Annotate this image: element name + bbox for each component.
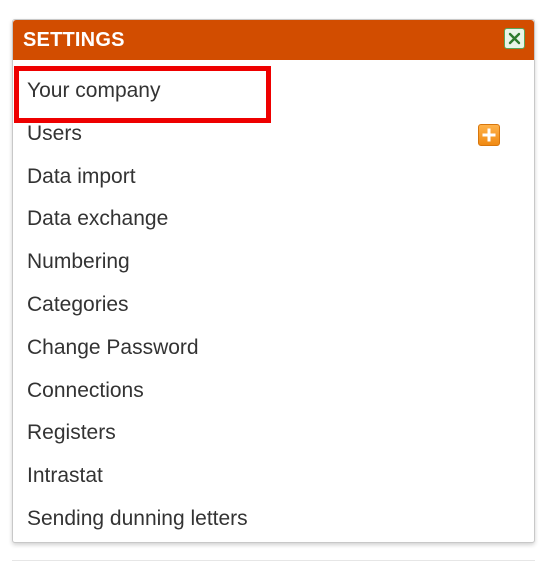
menu-item-label: Change Password [27,335,199,359]
divider [12,560,535,561]
add-user-button[interactable] [478,123,500,146]
menu-item-users[interactable]: Users [13,113,534,156]
settings-menu: Your company Users Data import Data exch… [13,70,534,541]
panel-title: SETTINGS [23,29,125,51]
menu-item-label: Your company [27,79,161,102]
menu-item-change-password[interactable]: Change Password [13,327,534,370]
menu-item-your-company[interactable]: Your company [13,70,534,113]
menu-item-label: Registers [27,421,116,445]
menu-item-registers[interactable]: Registers [13,412,534,455]
menu-item-label: Intrastat [27,464,103,488]
menu-item-intrastat[interactable]: Intrastat [13,455,534,498]
menu-item-connections[interactable]: Connections [13,370,534,413]
menu-item-categories[interactable]: Categories [13,284,534,327]
menu-item-label: Numbering [27,250,130,274]
menu-item-data-import[interactable]: Data import [13,156,534,199]
menu-item-label: Sending dunning letters [27,506,248,530]
menu-item-data-exchange[interactable]: Data exchange [13,198,534,241]
close-x-icon [508,32,521,45]
menu-item-label: Categories [27,292,129,316]
menu-item-numbering[interactable]: Numbering [13,241,534,284]
menu-item-label: Data exchange [27,207,169,231]
plus-icon [482,128,496,142]
menu-item-sending-dunning-letters[interactable]: Sending dunning letters [13,498,534,541]
settings-panel: SETTINGS Your company Users Data import … [12,19,535,543]
menu-item-label: Users [27,121,82,145]
close-button[interactable] [504,28,525,49]
menu-item-label: Data import [27,164,136,188]
panel-header: SETTINGS [13,20,534,60]
menu-item-label: Connections [27,378,144,402]
